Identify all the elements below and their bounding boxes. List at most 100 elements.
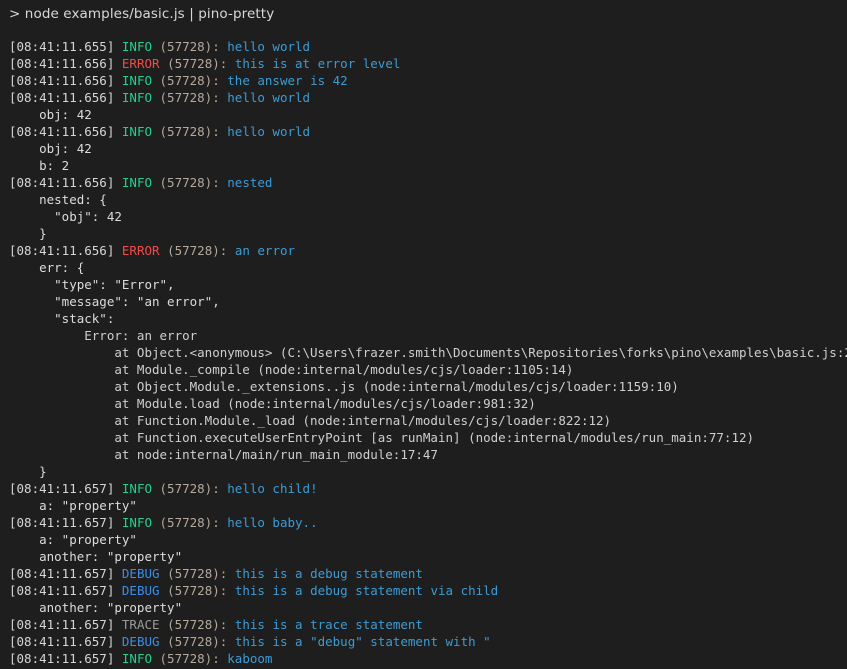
log-pid: (57728):: [160, 90, 220, 105]
log-property-line: err: {: [9, 260, 84, 275]
log-message: an error: [235, 243, 295, 258]
log-timestamp: [08:41:11.657]: [9, 634, 114, 649]
stack-trace-row: Error: an error: [9, 327, 847, 344]
log-property-row: "stack":: [9, 310, 847, 327]
log-timestamp: [08:41:11.657]: [9, 566, 114, 581]
log-property-row: b: 2: [9, 157, 847, 174]
log-timestamp: [08:41:11.656]: [9, 56, 114, 71]
log-timestamp: [08:41:11.656]: [9, 124, 114, 139]
log-message: this is a debug statement via child: [235, 583, 498, 598]
log-pid: (57728):: [160, 124, 220, 139]
log-property-row: a: "property": [9, 531, 847, 548]
log-entry: [08:41:11.657] DEBUG (57728): this is a …: [9, 633, 847, 650]
log-level-badge: INFO: [122, 651, 152, 666]
log-pid: (57728):: [160, 73, 220, 88]
log-property-row: "obj": 42: [9, 208, 847, 225]
stack-trace-line: at Object.<anonymous> (C:\Users\frazer.s…: [9, 345, 847, 360]
stack-trace-line: at Module.load (node:internal/modules/cj…: [9, 396, 536, 411]
stack-trace-row: at Function.executeUserEntryPoint [as ru…: [9, 429, 847, 446]
log-entry: [08:41:11.656] INFO (57728): hello world: [9, 89, 847, 106]
log-message: hello world: [227, 124, 310, 139]
log-level-badge: INFO: [122, 39, 152, 54]
log-property-line: a: "property": [9, 532, 137, 547]
log-pid: (57728):: [167, 566, 227, 581]
log-property-row: another: "property": [9, 548, 847, 565]
stack-trace-row: at Function.Module._load (node:internal/…: [9, 412, 847, 429]
log-entry: [08:41:11.657] TRACE (57728): this is a …: [9, 616, 847, 633]
log-timestamp: [08:41:11.656]: [9, 175, 114, 190]
log-level-badge: INFO: [122, 124, 152, 139]
log-entry: [08:41:11.656] INFO (57728): nested: [9, 174, 847, 191]
log-level-badge: TRACE: [122, 617, 160, 632]
log-property-row: }: [9, 463, 847, 480]
log-pid: (57728):: [167, 243, 227, 258]
log-pid: (57728):: [160, 481, 220, 496]
stack-trace-line: at Function.Module._load (node:internal/…: [9, 413, 611, 428]
log-property-line: "obj": 42: [9, 209, 122, 224]
log-pid: (57728):: [160, 515, 220, 530]
log-entry: [08:41:11.657] INFO (57728): hello baby.…: [9, 514, 847, 531]
log-property-row: "type": "Error",: [9, 276, 847, 293]
log-message: nested: [227, 175, 272, 190]
stack-trace-row: at Object.<anonymous> (C:\Users\frazer.s…: [9, 344, 847, 361]
log-pid: (57728):: [160, 651, 220, 666]
log-property-row: another: "property": [9, 599, 847, 616]
log-message: this is a debug statement: [235, 566, 423, 581]
log-property-line: }: [9, 464, 47, 479]
log-timestamp: [08:41:11.657]: [9, 583, 114, 598]
log-timestamp: [08:41:11.657]: [9, 515, 114, 530]
log-output: [08:41:11.655] INFO (57728): hello world…: [0, 26, 847, 667]
log-property-line: }: [9, 226, 47, 241]
log-level-badge: INFO: [122, 90, 152, 105]
log-pid: (57728):: [167, 56, 227, 71]
terminal-window[interactable]: > node examples/basic.js | pino-pretty […: [0, 0, 847, 669]
stack-trace-row: at Module.load (node:internal/modules/cj…: [9, 395, 847, 412]
log-level-badge: INFO: [122, 73, 152, 88]
log-property-line: "stack":: [9, 311, 114, 326]
stack-trace-row: at node:internal/main/run_main_module:17…: [9, 446, 847, 463]
log-pid: (57728):: [167, 634, 227, 649]
log-level-badge: INFO: [122, 515, 152, 530]
log-property-row: "message": "an error",: [9, 293, 847, 310]
log-pid: (57728):: [167, 617, 227, 632]
log-level-badge: INFO: [122, 175, 152, 190]
stack-trace-row: at Object.Module._extensions..js (node:i…: [9, 378, 847, 395]
log-timestamp: [08:41:11.655]: [9, 39, 114, 54]
log-property-line: a: "property": [9, 498, 137, 513]
log-property-line: obj: 42: [9, 141, 92, 156]
log-property-row: nested: {: [9, 191, 847, 208]
log-level-badge: DEBUG: [122, 583, 160, 598]
log-entry: [08:41:11.657] INFO (57728): kaboom: [9, 650, 847, 667]
log-message: hello world: [227, 90, 310, 105]
log-entry: [08:41:11.656] ERROR (57728): an error: [9, 242, 847, 259]
log-timestamp: [08:41:11.656]: [9, 73, 114, 88]
log-entry: [08:41:11.656] INFO (57728): the answer …: [9, 72, 847, 89]
log-property-line: obj: 42: [9, 107, 92, 122]
log-entry: [08:41:11.655] INFO (57728): hello world: [9, 38, 847, 55]
log-pid: (57728):: [167, 583, 227, 598]
log-property-line: nested: {: [9, 192, 107, 207]
log-message: hello baby..: [227, 515, 317, 530]
log-property-line: "type": "Error",: [9, 277, 175, 292]
log-message: this is a "debug" statement with ": [235, 634, 491, 649]
stack-trace-line: Error: an error: [9, 328, 197, 343]
log-timestamp: [08:41:11.657]: [9, 617, 114, 632]
log-message: the answer is 42: [227, 73, 347, 88]
log-property-row: err: {: [9, 259, 847, 276]
log-timestamp: [08:41:11.657]: [9, 651, 114, 666]
log-entry: [08:41:11.657] DEBUG (57728): this is a …: [9, 582, 847, 599]
log-message: this is a trace statement: [235, 617, 423, 632]
log-level-badge: INFO: [122, 481, 152, 496]
log-pid: (57728):: [160, 175, 220, 190]
log-timestamp: [08:41:11.657]: [9, 481, 114, 496]
log-property-line: another: "property": [9, 600, 182, 615]
log-timestamp: [08:41:11.656]: [9, 90, 114, 105]
log-pid: (57728):: [160, 39, 220, 54]
stack-trace-row: at Module._compile (node:internal/module…: [9, 361, 847, 378]
stack-trace-line: at Module._compile (node:internal/module…: [9, 362, 573, 377]
log-timestamp: [08:41:11.656]: [9, 243, 114, 258]
log-property-line: "message": "an error",: [9, 294, 220, 309]
log-message: hello child!: [227, 481, 317, 496]
log-level-badge: DEBUG: [122, 634, 160, 649]
log-message: this is at error level: [235, 56, 401, 71]
